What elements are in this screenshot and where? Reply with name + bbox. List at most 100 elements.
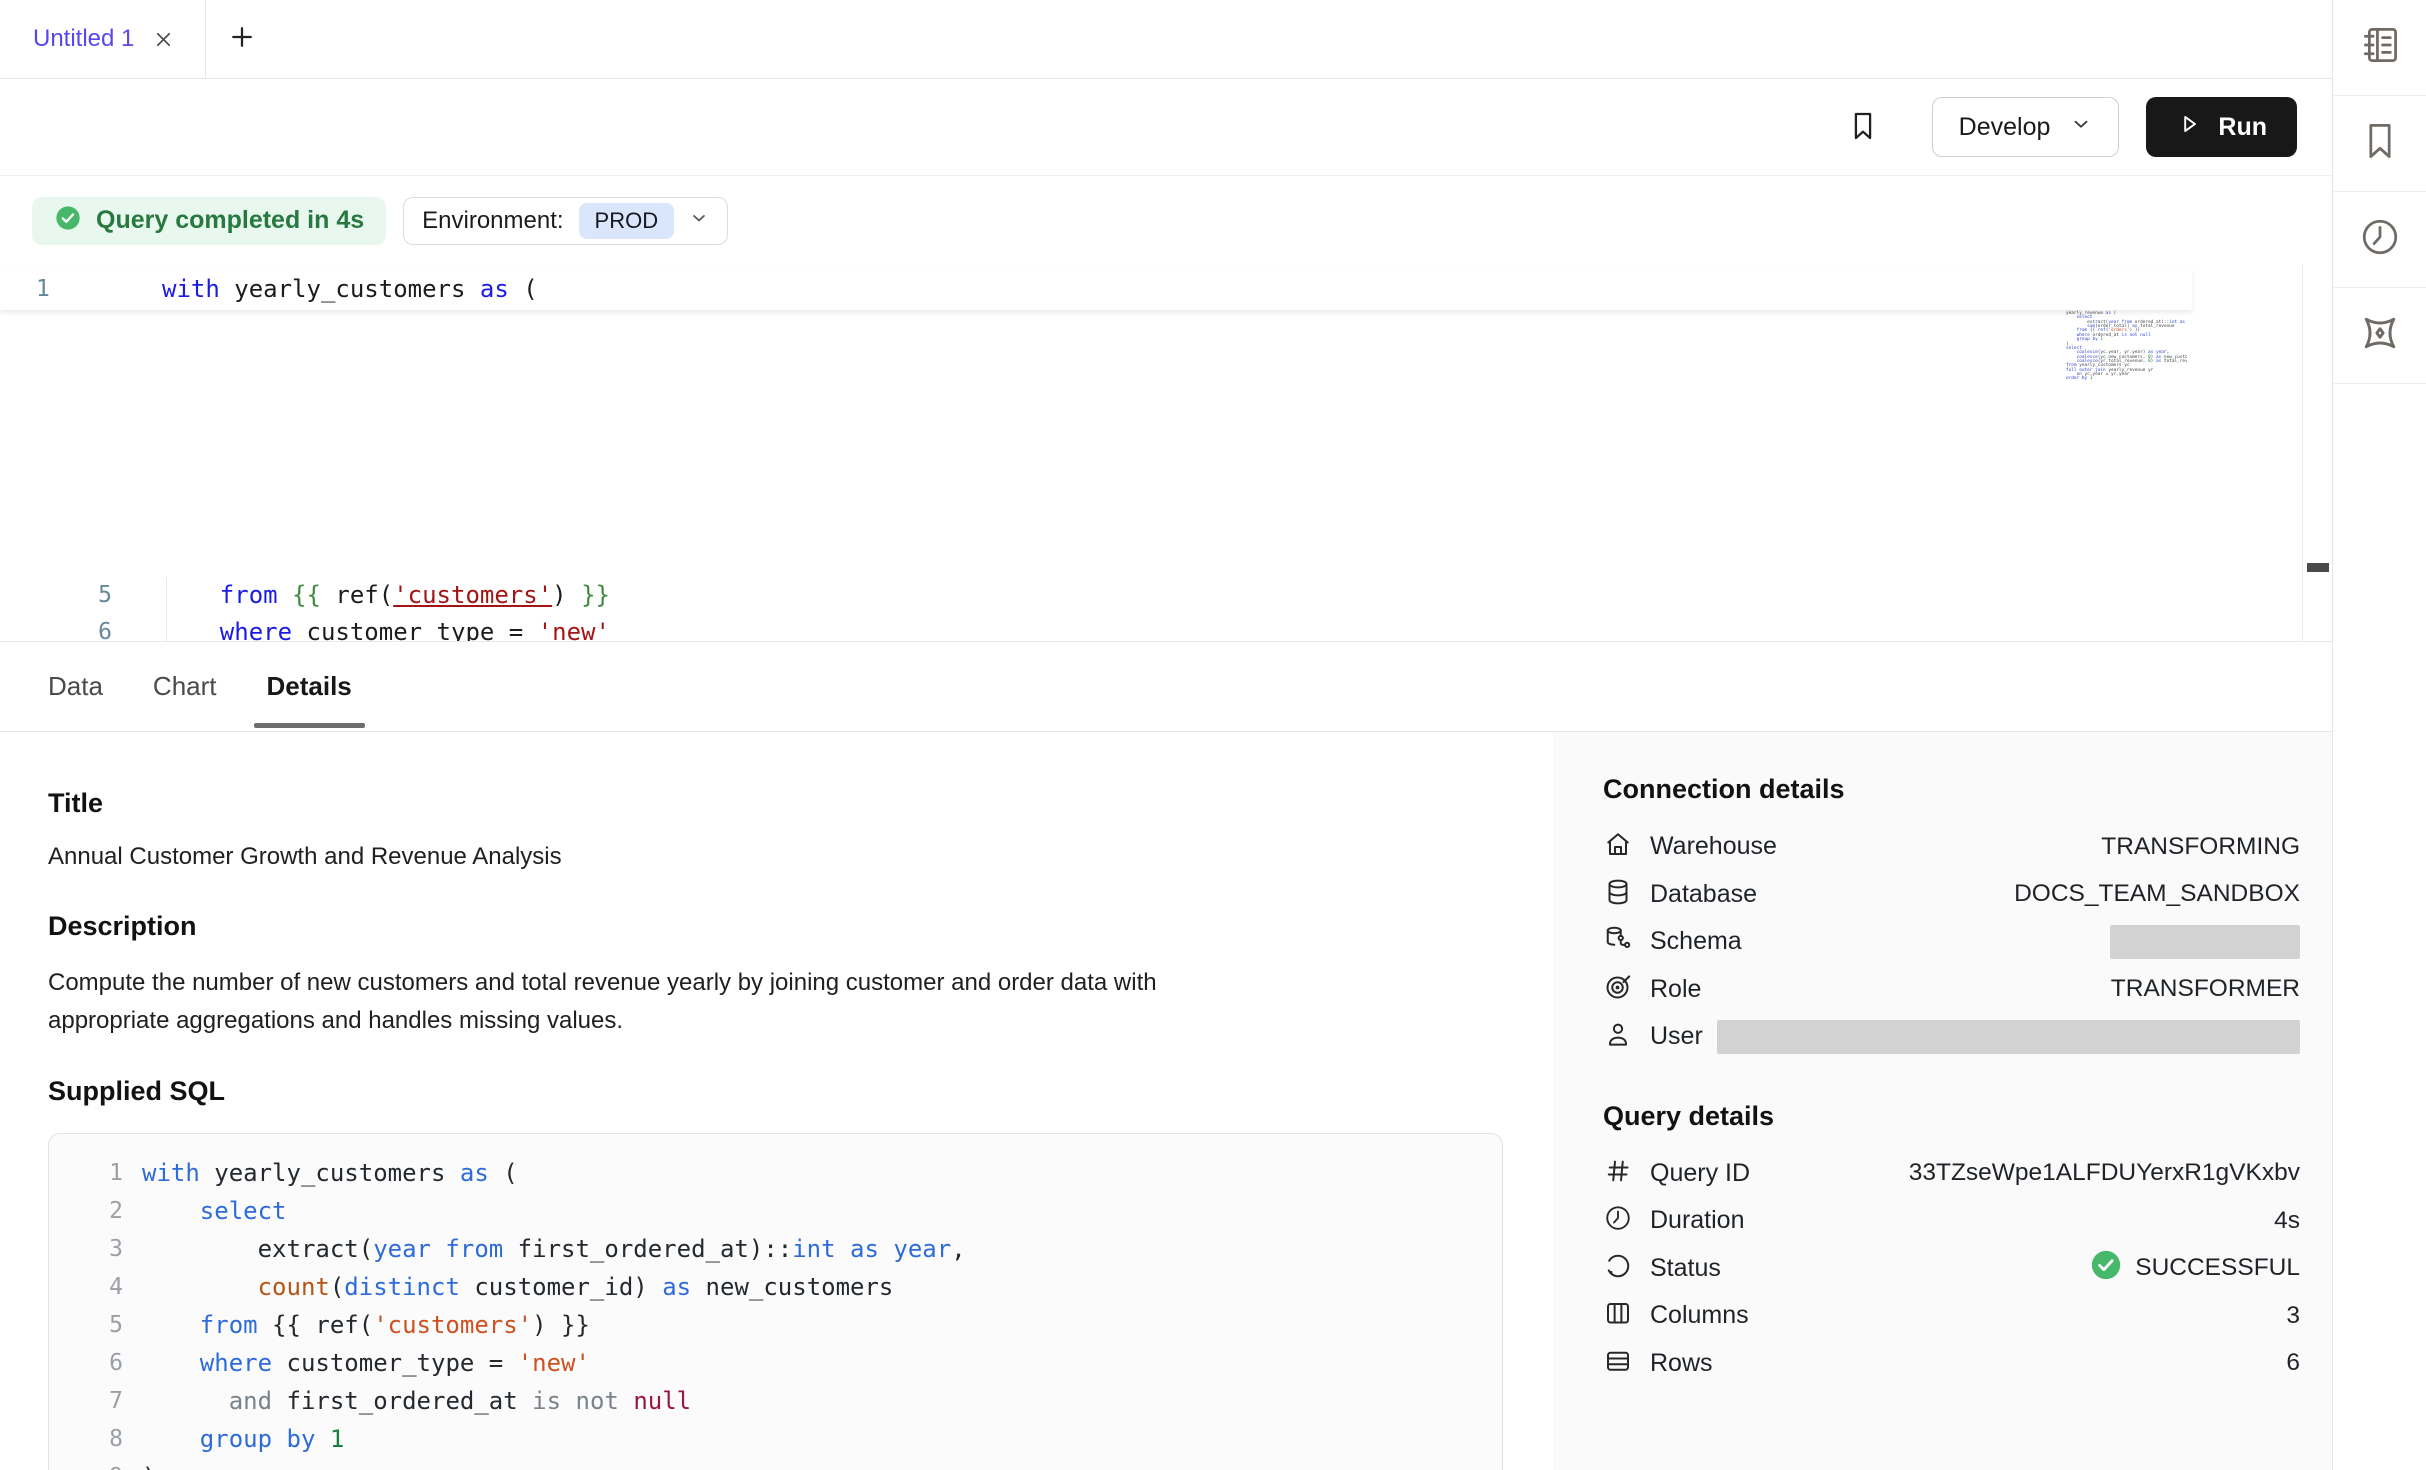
sql-code-line: 6 where customer_type = 'new' [49, 1344, 1502, 1382]
results-tab-data[interactable]: Data [48, 642, 103, 731]
redacted-value [1717, 1020, 2300, 1054]
detail-label: Columns [1650, 1301, 1749, 1330]
notebook-icon [2358, 23, 2402, 72]
clock-icon [2358, 215, 2402, 264]
editor-minimap[interactable]: with yearly_customers as ( select extrac… [2066, 273, 2187, 633]
line-number: 1 [49, 1160, 123, 1186]
detail-label: Database [1650, 880, 1757, 909]
detail-value: SUCCESSFUL [2089, 1248, 2300, 1289]
detail-label: Duration [1650, 1206, 1745, 1235]
title-heading: Title [48, 788, 1553, 819]
line-number: 6 [0, 619, 112, 641]
editor-tab-bar: Untitled 1 [0, 0, 2332, 79]
database-icon [1603, 877, 1633, 912]
chevron-down-icon [689, 208, 709, 233]
develop-label: Develop [1959, 113, 2051, 142]
detail-row: Rows 6 [1603, 1340, 2300, 1388]
copilot-sparkle-icon [2358, 311, 2402, 360]
results-tab-details[interactable]: Details [267, 642, 352, 731]
close-icon[interactable] [152, 28, 175, 51]
tab-untitled-1[interactable]: Untitled 1 [0, 0, 206, 78]
bookmark-icon [2358, 119, 2402, 168]
scrollbar-thumb[interactable] [2307, 563, 2329, 572]
new-tab-button[interactable] [206, 0, 278, 78]
sidebar-button-clock[interactable] [2333, 192, 2426, 288]
detail-row: User [1603, 1013, 2300, 1061]
connection-details-heading: Connection details [1603, 774, 2300, 805]
detail-label: Schema [1650, 927, 1742, 956]
sql-code-line: 1with yearly_customers as ( [49, 1154, 1502, 1192]
detail-label: Rows [1650, 1349, 1713, 1378]
main-area: Untitled 1 Develop [0, 0, 2332, 1470]
run-label: Run [2218, 113, 2267, 142]
details-panel: Title Annual Customer Growth and Revenue… [0, 732, 2332, 1470]
sql-code-line: 5 from {{ ref('customers') }} [49, 1306, 1502, 1344]
code-line: 5 from {{ ref('customers') }} [0, 577, 2192, 614]
run-query-button[interactable]: Run [2146, 97, 2297, 157]
line-number: 7 [49, 1388, 123, 1414]
sql-code-line: 9), [49, 1458, 1502, 1470]
line-number: 2 [49, 1198, 123, 1224]
supplied-sql-heading: Supplied SQL [48, 1076, 1553, 1107]
environment-value-badge: PROD [579, 203, 675, 239]
hash-icon [1603, 1156, 1633, 1191]
line-number: 1 [0, 276, 112, 302]
detail-row: Database DOCS_TEAM_SANDBOX [1603, 871, 2300, 919]
query-details-heading: Query details [1603, 1101, 2300, 1132]
line-number: 9 [49, 1464, 123, 1470]
bookmark-query-button[interactable] [1846, 109, 1880, 146]
develop-mode-dropdown[interactable]: Develop [1932, 97, 2120, 157]
detail-label: Query ID [1650, 1159, 1750, 1188]
line-number: 5 [0, 582, 112, 608]
redacted-value [2110, 925, 2300, 959]
editor-toolbar: Develop Run [0, 79, 2332, 176]
detail-row: Query ID33TZseWpe1ALFDUYerxR1gVKxbv [1603, 1150, 2300, 1198]
plus-icon [227, 22, 257, 57]
detail-value: 6 [2286, 1349, 2300, 1377]
sql-editor[interactable]: 1 with yearly_customers as ( 5 from {{ r… [0, 265, 2332, 641]
detail-row: Schema [1603, 918, 2300, 966]
description-heading: Description [48, 911, 1553, 942]
detail-row: StatusSUCCESSFUL [1603, 1245, 2300, 1293]
results-tab-chart[interactable]: Chart [153, 642, 217, 731]
detail-value: DOCS_TEAM_SANDBOX [2014, 880, 2300, 908]
sql-code-line: 3 extract(year from first_ordered_at)::i… [49, 1230, 1502, 1268]
results-tab-strip: Data Chart Details [0, 641, 2332, 732]
detail-row: Columns 3 [1603, 1292, 2300, 1340]
sidebar-button-copilot-sparkle[interactable] [2333, 288, 2426, 384]
spinner-icon [1603, 1251, 1633, 1286]
warehouse-house-icon [1603, 829, 1633, 864]
line-number: 4 [49, 1274, 123, 1300]
detail-label: Role [1650, 975, 1701, 1004]
sql-code-line: 8 group by 1 [49, 1420, 1502, 1458]
detail-row: Duration 4s [1603, 1197, 2300, 1245]
line-number: 8 [49, 1426, 123, 1452]
line-number: 6 [49, 1350, 123, 1376]
environment-selector[interactable]: Environment: PROD [403, 197, 728, 245]
editor-lines: 5 from {{ ref('customers') }}6 where cus… [0, 577, 2192, 641]
rows-icon [1603, 1346, 1633, 1381]
query-status-text: Query completed in 4s [96, 206, 364, 235]
query-status-row: Query completed in 4s Environment: PROD [0, 176, 2332, 265]
editor-scrollbar[interactable] [2302, 265, 2332, 641]
detail-value: 3 [2286, 1302, 2300, 1330]
detail-value: 4s [2274, 1207, 2300, 1235]
supplied-sql-block: 1with yearly_customers as (2 select3 ext… [48, 1133, 1503, 1470]
sidebar-button-bookmark[interactable] [2333, 96, 2426, 192]
schema-icon [1603, 924, 1633, 959]
tab-title: Untitled 1 [33, 25, 134, 53]
clock-icon [1603, 1203, 1633, 1238]
role-target-icon [1603, 972, 1633, 1007]
play-icon [2176, 111, 2202, 144]
check-circle-icon [54, 204, 82, 237]
sql-code-line: 2 select [49, 1192, 1502, 1230]
code-line: with yearly_customers as ( [162, 275, 538, 303]
bookmark-icon [1846, 109, 1880, 146]
columns-icon [1603, 1298, 1633, 1333]
user-icon [1603, 1019, 1633, 1054]
query-details-rows: Query ID33TZseWpe1ALFDUYerxR1gVKxbvDurat… [1603, 1150, 2300, 1388]
sidebar-button-notebook[interactable] [2333, 0, 2426, 96]
sql-code-line: 4 count(distinct customer_id) as new_cus… [49, 1268, 1502, 1306]
detail-row: WarehouseTRANSFORMING [1603, 823, 2300, 871]
detail-row: RoleTRANSFORMER [1603, 966, 2300, 1014]
